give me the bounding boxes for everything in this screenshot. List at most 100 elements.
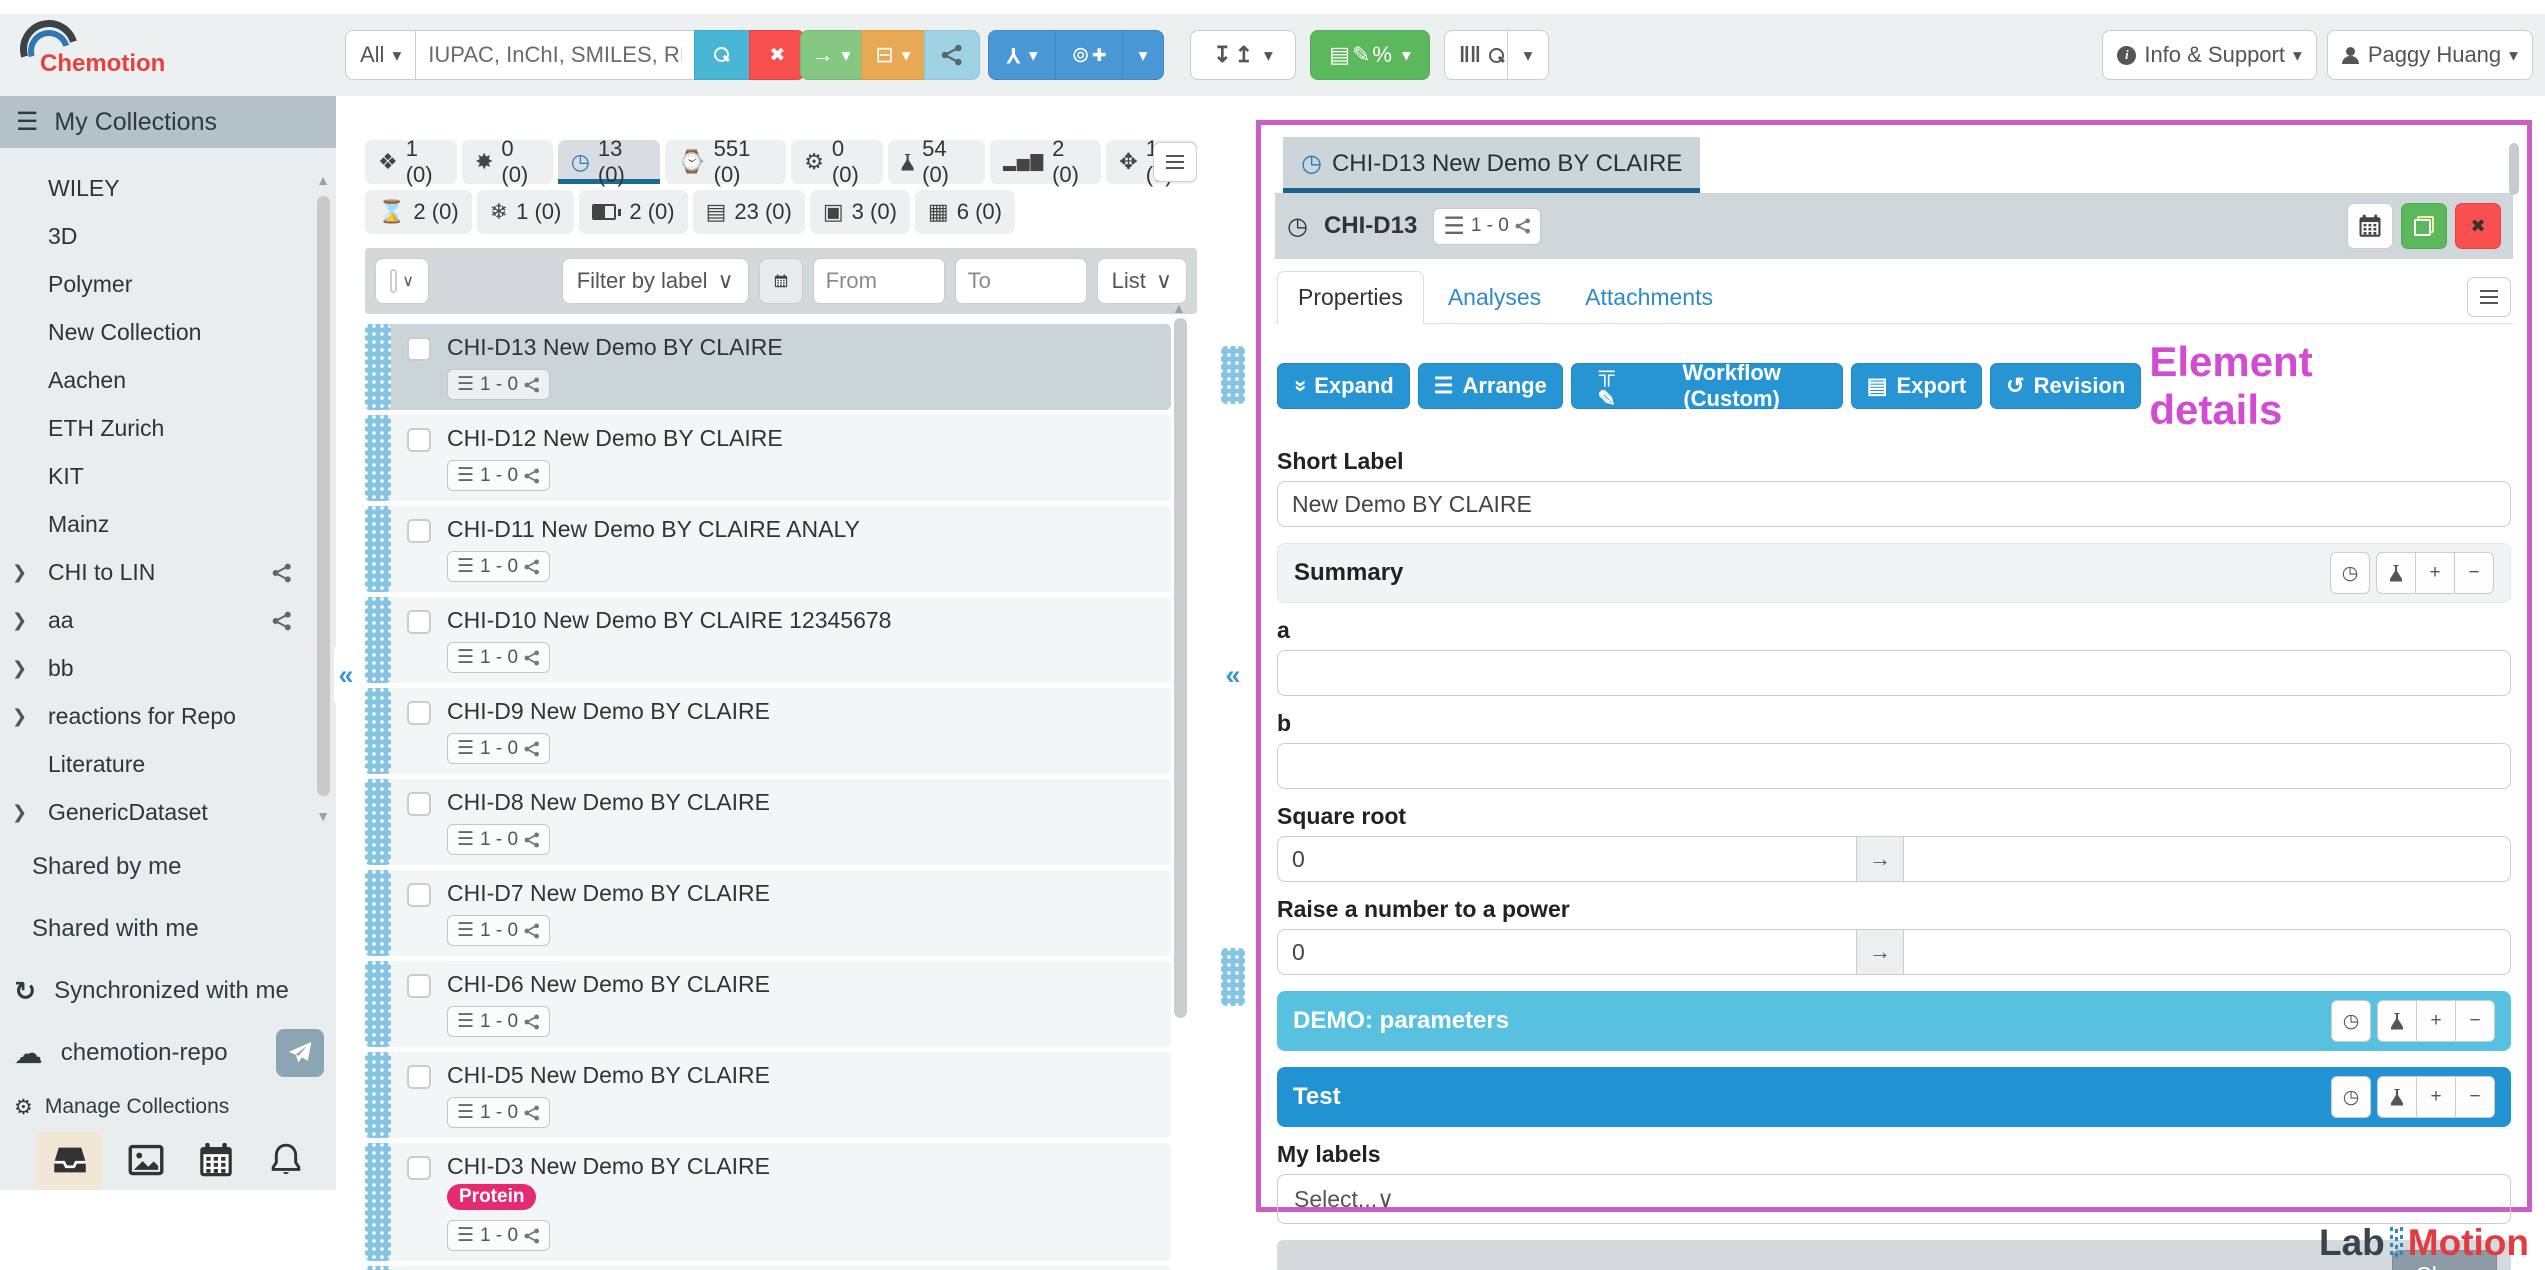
search-input[interactable]	[415, 30, 695, 80]
calculate-button[interactable]	[1857, 929, 1903, 975]
view-mode-dropdown[interactable]: List	[1097, 258, 1187, 304]
report-button[interactable]	[1310, 30, 1430, 80]
list-scrollbar[interactable]	[1174, 318, 1187, 1018]
action-button[interactable]: Arrange	[1418, 363, 1563, 409]
chevron-right-icon[interactable]	[12, 610, 27, 631]
remove-row-button[interactable]: −	[2455, 1076, 2495, 1118]
drag-handle[interactable]	[365, 415, 391, 501]
sidebar-collection-item[interactable]: New Collection	[0, 308, 336, 356]
drag-handle[interactable]	[365, 597, 391, 683]
list-item[interactable]: CHI-D12 New Demo BY CLAIRE 1 - 0	[365, 415, 1171, 501]
field-a-input[interactable]	[1277, 650, 2511, 696]
sidebar-link[interactable]: Manage Collections	[0, 1084, 336, 1130]
sidebar-link[interactable]: Shared with me	[0, 898, 336, 960]
select-all-dropdown[interactable]	[375, 258, 429, 304]
sidebar-scrollbar[interactable]	[317, 196, 330, 796]
item-checkbox[interactable]	[407, 1156, 431, 1180]
list-item[interactable]: CHI-D7 New Demo BY CLAIRE 1 - 0	[365, 870, 1171, 956]
move-elements-button[interactable]	[800, 30, 862, 80]
select-all-checkbox[interactable]	[390, 269, 397, 293]
sidebar-collection-item[interactable]: GenericDataset	[0, 788, 336, 836]
sidebar-collection-item[interactable]: ETH Zurich	[0, 404, 336, 452]
sidebar-collapse-button[interactable]	[334, 645, 358, 705]
sidebar-header[interactable]: My Collections	[0, 96, 336, 148]
history-button[interactable]	[2330, 552, 2370, 594]
item-checkbox[interactable]	[407, 519, 431, 543]
item-checkbox[interactable]	[407, 792, 431, 816]
element-type-tab[interactable]: 54 (0)	[888, 140, 985, 184]
sidebar-collection-item[interactable]: reactions for Repo	[0, 692, 336, 740]
analyses-badge[interactable]: 1 - 0	[447, 1097, 550, 1128]
sidebar-link[interactable]: chemotion-repo	[0, 1022, 336, 1084]
item-checkbox[interactable]	[407, 701, 431, 725]
summary-section-header[interactable]: Summary + −	[1277, 543, 2511, 603]
demo-parameters-section-header[interactable]: DEMO: parameters + −	[1277, 991, 2511, 1051]
element-type-tab[interactable]: 1 (0)	[365, 140, 457, 184]
analyses-badge[interactable]: 1 - 0	[447, 460, 550, 491]
sidebar-collection-item[interactable]: Aachen	[0, 356, 336, 404]
action-button[interactable]: Expand	[1277, 363, 1410, 409]
image-icon[interactable]	[128, 1142, 164, 1178]
add-row-button[interactable]: +	[2416, 1000, 2456, 1042]
detail-tab[interactable]: Analyses	[1428, 272, 1561, 323]
element-type-tab[interactable]: 3 (0)	[810, 190, 910, 234]
sidebar-link[interactable]: Synchronized with me	[0, 960, 336, 1022]
analyses-badge[interactable]: 1 - 0	[447, 1220, 550, 1251]
element-type-tab[interactable]: 1 (0)	[477, 190, 575, 234]
drag-handle[interactable]	[365, 688, 391, 774]
analyses-badge[interactable]: 1 - 0	[447, 915, 550, 946]
list-collapse-button[interactable]	[1221, 645, 1245, 705]
element-type-tab[interactable]: 2 (0)	[990, 140, 1101, 184]
element-type-tab[interactable]: 2 (0)	[579, 190, 687, 234]
calendar-icon[interactable]	[198, 1142, 234, 1178]
calculate-button[interactable]	[1857, 836, 1903, 882]
item-checkbox[interactable]	[407, 428, 431, 452]
element-type-tab[interactable]: 23 (0)	[693, 190, 805, 234]
search-button[interactable]	[694, 30, 750, 80]
flask-button[interactable]	[2377, 1000, 2417, 1042]
power-result[interactable]	[1903, 929, 2511, 975]
detail-tab[interactable]: Attachments	[1565, 272, 1733, 323]
tab-options-button[interactable]	[2467, 277, 2511, 317]
bell-icon[interactable]	[268, 1142, 304, 1178]
history-button[interactable]	[2331, 1076, 2371, 1118]
detail-scrollbar[interactable]	[2509, 143, 2519, 195]
field-b-input[interactable]	[1277, 743, 2511, 789]
chevron-right-icon[interactable]	[12, 802, 27, 823]
brand-logo[interactable]: Chemotion	[18, 16, 238, 94]
add-row-button[interactable]: +	[2416, 1076, 2456, 1118]
square-root-result[interactable]	[1903, 836, 2511, 882]
item-checkbox[interactable]	[407, 974, 431, 998]
list-item[interactable]: CHI-D5 New Demo BY CLAIRE 1 - 0	[365, 1052, 1171, 1138]
drag-handle[interactable]	[365, 870, 391, 956]
analyses-badge[interactable]: 1 - 0	[447, 642, 550, 673]
analyses-badge[interactable]: 1 - 0	[447, 369, 550, 400]
analyses-badge[interactable]: 1 - 0	[447, 1006, 550, 1037]
split-element-dropdown[interactable]	[988, 30, 1056, 80]
panel-drag-handle[interactable]	[1221, 948, 1245, 1006]
barcode-scan-button[interactable]	[1444, 30, 1508, 80]
list-item[interactable]: CHI-D6 New Demo BY CLAIRE 1 - 0	[365, 961, 1171, 1047]
element-type-tab[interactable]: 2 (0)	[365, 190, 472, 234]
sidebar-collection-item[interactable]: Mainz	[0, 500, 336, 548]
sidebar-collection-item[interactable]: WILEY	[0, 164, 336, 212]
create-element-dropdown[interactable]	[1122, 30, 1164, 80]
element-type-tab[interactable]: 6 (0)	[915, 190, 1015, 234]
list-item[interactable]: CHI-D3 New Demo BY CLAIRE Protein 1 - 0	[365, 1143, 1171, 1261]
sidebar-collection-item[interactable]: 3D	[0, 212, 336, 260]
date-to-input[interactable]	[955, 258, 1087, 304]
action-button[interactable]: Export	[1851, 363, 1982, 409]
my-labels-select[interactable]: Select...	[1277, 1174, 2511, 1224]
filter-by-label-dropdown[interactable]: Filter by label	[562, 258, 749, 304]
list-item[interactable]: CHI-D11 New Demo BY CLAIRE ANALY 1 - 0	[365, 506, 1171, 592]
item-checkbox[interactable]	[407, 1065, 431, 1089]
close-element-button[interactable]	[2455, 203, 2501, 249]
action-button[interactable]: Revision	[1990, 363, 2141, 409]
drag-handle[interactable]	[365, 779, 391, 865]
short-label-input[interactable]	[1277, 481, 2511, 527]
scroll-down-arrow[interactable]: ▼	[316, 808, 330, 824]
square-root-input[interactable]	[1277, 836, 1857, 882]
flask-button[interactable]	[2376, 552, 2416, 594]
list-item[interactable]: CHI-D8 New Demo BY CLAIRE 1 - 0	[365, 779, 1171, 865]
search-scope-dropdown[interactable]: All	[345, 30, 416, 80]
